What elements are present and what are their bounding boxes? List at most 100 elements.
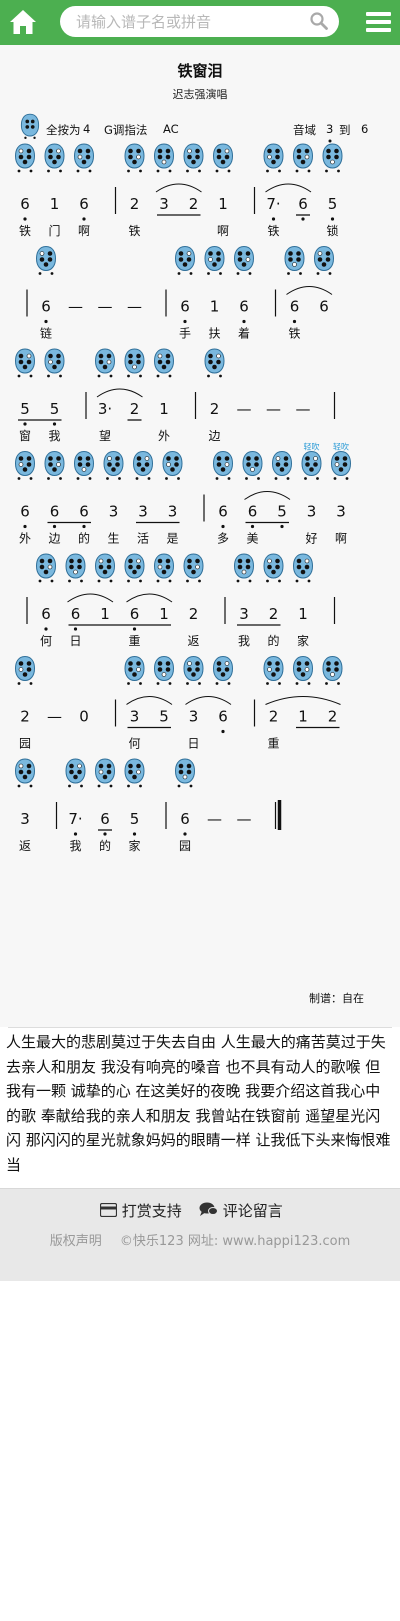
lyric-text: 何 [128,737,140,751]
note-number: 3 [159,195,169,213]
copyright-link[interactable]: 版权声明 [50,1234,102,1249]
note-number: 1 [100,605,110,623]
ocarina-fingering-icon [183,553,204,583]
lyric-text: 园 [179,839,191,853]
note-number: — [237,400,252,418]
ocarina-fingering-icon [292,143,314,173]
ocarina-fingering-icon [132,450,154,480]
note-number: 1 [50,195,60,213]
note-number: 2 [269,708,279,726]
lyric-text: 门 [48,223,60,238]
lyric-text: 园 [19,737,31,751]
note-number: 3 [336,503,346,521]
slur-mark [265,183,312,193]
low-octave-dot [183,319,187,324]
note-number: 6 [71,605,81,623]
note-number: 2 [189,605,199,623]
ocarina-fingering-icon [233,245,255,275]
ocarina-fingering-icon [14,655,36,685]
note-number: 6 [100,810,110,828]
ocarina-fingering-icon [292,655,314,685]
ocarina-fingering-icon [153,348,175,378]
note-number: 6 [319,298,329,316]
lyric-text: 铁 [288,327,300,341]
lyric-text: 家 [297,633,309,648]
note-number: 6 [180,298,190,316]
ocarina-fingering-icon [183,143,204,173]
note-number: 6 [79,503,89,521]
ocarina-fingering-icon [212,655,234,685]
note-number: 1 [298,708,308,726]
note-number: 2 [189,195,199,213]
tip-label: 打赏支持 [121,1202,182,1220]
low-octave-dot [73,832,78,836]
low-octave-dot [132,832,137,836]
lyric-text: 的 [267,633,279,648]
score-notation: 6 铁 1 门 6 啊 2 铁 3 2 1 啊 7· 铁 6 5 锁 6 链 — — — 6 手 1 扶 6 着 6 铁 6 5 窗 5 我 3· 望 2… [14,143,352,853]
note-number: 2 [269,605,279,623]
note-number: 6 [41,605,51,623]
slur-mark [185,696,232,705]
lyric-text: 啊 [335,532,347,546]
note-number: 7· [266,195,280,213]
slur-mark [286,286,333,295]
ocarina-fingering-icon [65,553,86,583]
lyric-text: 的 [99,838,111,853]
low-octave-dot [132,627,137,631]
note-number: 5 [328,195,338,213]
lyric-text: 手 [179,327,191,341]
note-number: 6 [41,298,51,316]
note-number: 2 [328,708,338,726]
low-octave-dot [82,524,86,529]
note-number: 3 [307,503,317,521]
lyric-text: 是 [166,532,178,546]
lyric-text: 望 [99,429,111,443]
lyric-text: 铁 [267,224,279,238]
note-number: 5 [50,400,60,418]
low-octave-dot [73,627,78,631]
ocarina-fingering-icon [44,143,65,173]
note-number: 3 [239,605,249,623]
divider [8,1027,392,1028]
ocarina-fingering-icon [263,143,284,173]
ocarina-fingering-icon [14,143,36,173]
note-number: 3 [189,708,199,726]
chat-icon [199,1202,218,1216]
lyric-text: 边 [208,429,220,443]
slur-mark [126,696,173,705]
tip-button[interactable]: 打赏支持 [99,1200,182,1221]
lyric-text: 重 [267,737,279,751]
lyric-text: 重 [128,634,140,648]
ocarina-fingering-icon [204,245,225,275]
lyric-text: 返 [187,634,199,648]
lyric-text: 我 [48,429,60,443]
comment-button[interactable]: 评论留言 [199,1200,283,1221]
ocarina-fingering-icon [35,245,57,275]
note-number: 3 [20,810,30,828]
note-number: — [296,400,311,418]
ocarina-fingering-icon [233,553,255,583]
note-number: 6 [298,195,308,213]
ocarina-fingering-icon [271,450,293,480]
note-number: 1 [210,298,220,316]
ocarina-fingering-icon [124,143,145,173]
note-number: 1 [159,605,169,623]
low-octave-dot [330,217,335,221]
note-number: — [266,400,281,418]
note-number: 0 [79,708,89,726]
lyric-text: 外 [19,532,31,546]
lyric-text: 的 [78,531,90,546]
lyric-text: 何 [40,634,52,648]
note-number: 3 [168,503,178,521]
lyric-text: 我 [69,839,81,853]
lyric-text: 家 [128,838,140,853]
lyric-text: 外 [158,429,170,443]
note-number: 7· [68,810,82,828]
lyric-text: 扶 [208,326,220,341]
lyric-text: 多 [217,532,229,546]
lyric-text: 啊 [217,224,229,238]
low-octave-dot [221,524,225,529]
ocarina-fingering-icon [14,758,36,788]
note-number: 6 [218,708,228,726]
low-octave-dot [52,422,57,426]
